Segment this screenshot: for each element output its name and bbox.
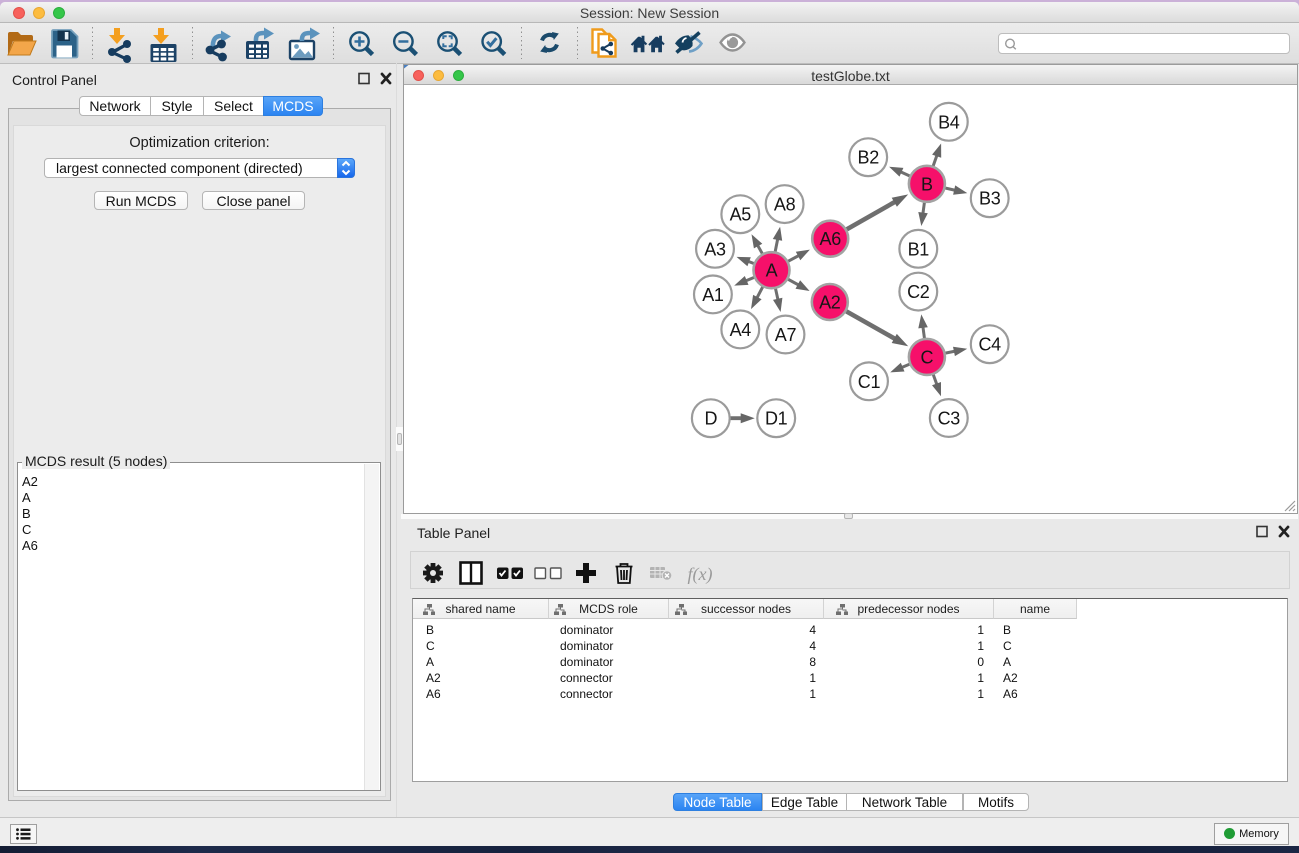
svg-text:A2: A2 bbox=[819, 293, 841, 313]
svg-text:A4: A4 bbox=[730, 320, 752, 340]
svg-text:A6: A6 bbox=[819, 229, 841, 249]
svg-text:A8: A8 bbox=[774, 195, 796, 215]
svg-text:A: A bbox=[766, 261, 778, 281]
svg-text:B3: B3 bbox=[979, 189, 1001, 209]
svg-text:A3: A3 bbox=[704, 239, 726, 259]
svg-text:D1: D1 bbox=[765, 409, 788, 429]
svg-text:f(x): f(x) bbox=[688, 564, 713, 585]
svg-text:C4: C4 bbox=[978, 335, 1001, 355]
svg-text:C: C bbox=[921, 347, 934, 367]
svg-text:C3: C3 bbox=[938, 409, 961, 429]
svg-text:D: D bbox=[704, 409, 717, 429]
svg-text:C1: C1 bbox=[858, 372, 881, 392]
svg-text:A1: A1 bbox=[702, 285, 724, 305]
svg-text:B4: B4 bbox=[938, 112, 960, 132]
svg-text:B1: B1 bbox=[908, 239, 930, 259]
svg-text:B: B bbox=[921, 174, 933, 194]
svg-text:A7: A7 bbox=[775, 325, 797, 345]
svg-text:A5: A5 bbox=[730, 205, 752, 225]
svg-text:B2: B2 bbox=[857, 148, 879, 168]
svg-text:C2: C2 bbox=[907, 282, 930, 302]
